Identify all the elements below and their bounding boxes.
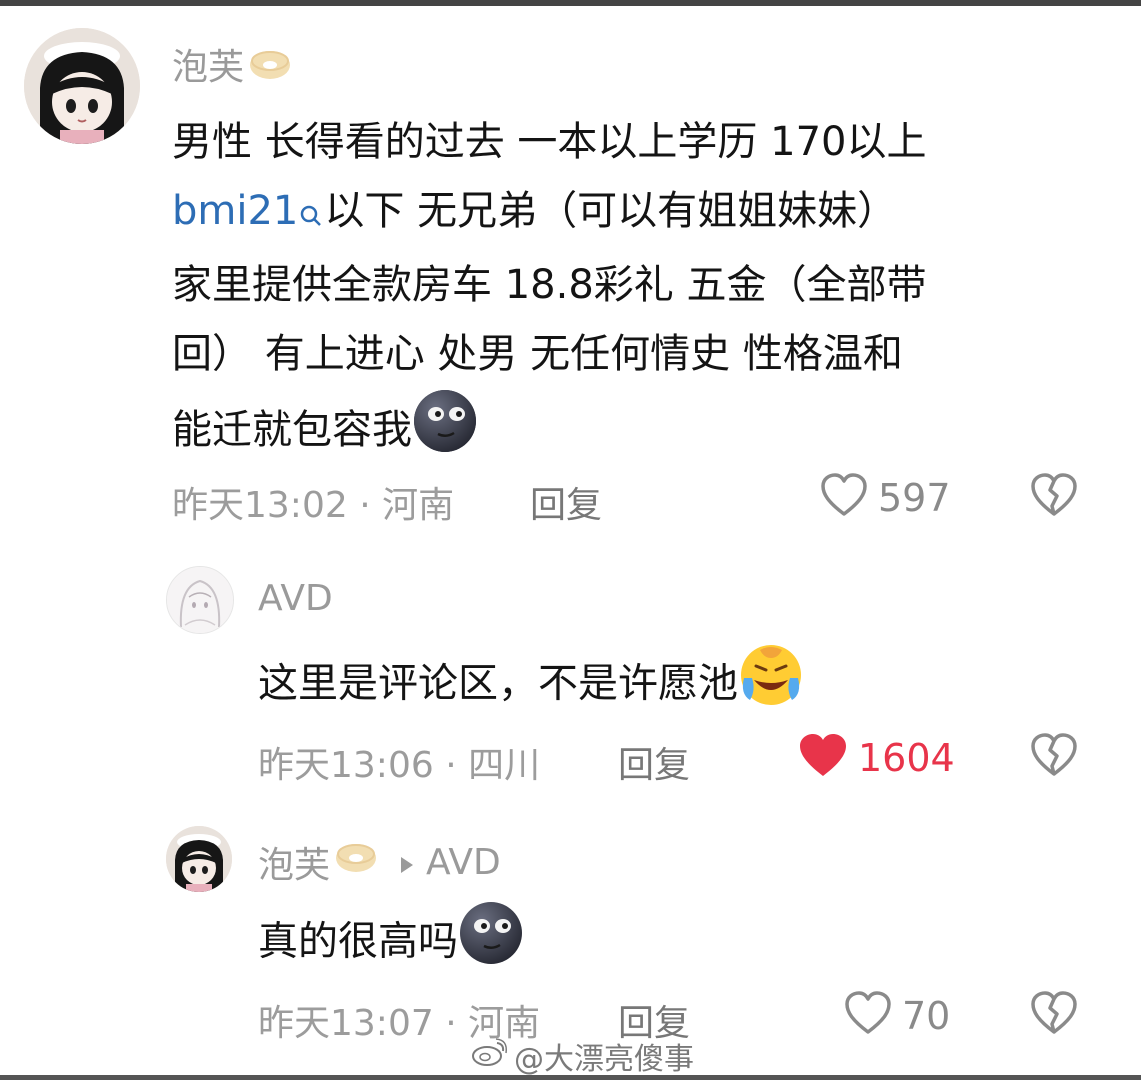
username[interactable]: 泡芙 AVD bbox=[258, 836, 501, 888]
comment-text: 真的很高吗 bbox=[258, 900, 524, 987]
search-link[interactable]: bmi21 bbox=[172, 188, 298, 234]
reply-button[interactable]: 回复 bbox=[618, 736, 690, 788]
triangle-right-icon bbox=[400, 842, 414, 883]
like-button[interactable]: 597 bbox=[818, 470, 951, 526]
avatar[interactable] bbox=[166, 566, 234, 634]
broken-heart-icon bbox=[1031, 991, 1077, 1034]
like-count: 597 bbox=[878, 476, 951, 520]
avatar[interactable] bbox=[166, 826, 232, 892]
like-button[interactable]: 70 bbox=[842, 988, 950, 1044]
comment-meta: 昨天13:06 · 四川 bbox=[258, 745, 541, 786]
reply-to-username[interactable]: AVD bbox=[426, 842, 501, 883]
comment-line: 男性 长得看的过去 一本以上学历 170以上 bbox=[172, 119, 927, 165]
heart-outline-icon bbox=[818, 470, 870, 526]
comment-text: 这里是评论区，不是许愿池 bbox=[258, 642, 804, 729]
new-moon-face-emoji bbox=[412, 388, 478, 476]
new-moon-face-emoji bbox=[458, 900, 524, 987]
comment-line: 能迁就包容我 bbox=[172, 388, 927, 476]
heart-outline-icon bbox=[842, 988, 894, 1044]
heart-filled-icon bbox=[796, 730, 850, 786]
search-icon[interactable] bbox=[298, 183, 324, 252]
like-count: 1604 bbox=[858, 736, 955, 780]
username[interactable]: 泡芙 bbox=[172, 38, 292, 92]
reply-button[interactable]: 回复 bbox=[530, 476, 602, 528]
comment-line: 家里提供全款房车 18.8彩礼 五金（全部带 bbox=[172, 262, 927, 308]
broken-heart-icon bbox=[1031, 473, 1077, 516]
bottom-border bbox=[0, 1075, 1141, 1080]
like-count: 70 bbox=[902, 994, 951, 1038]
weibo-logo bbox=[470, 1037, 508, 1075]
comment-meta: 昨天13:02 · 河南 bbox=[172, 485, 455, 526]
watermark: @大漂亮傻事 bbox=[470, 1034, 694, 1078]
comment-line: 这里是评论区，不是许愿池 bbox=[258, 642, 804, 729]
dislike-button[interactable] bbox=[1028, 470, 1080, 526]
avatar-image bbox=[167, 567, 233, 633]
bagel-emoji bbox=[248, 47, 292, 92]
broken-heart-icon bbox=[1031, 733, 1077, 776]
dislike-button[interactable] bbox=[1028, 730, 1080, 786]
bagel-emoji bbox=[334, 840, 378, 885]
avatar[interactable] bbox=[24, 28, 140, 144]
laughing-crying-emoji bbox=[738, 642, 804, 729]
avatar-image bbox=[166, 826, 232, 892]
top-border bbox=[0, 0, 1141, 6]
comment-line: 真的很高吗 bbox=[258, 900, 524, 987]
username[interactable]: AVD bbox=[258, 578, 333, 619]
comment-text: 男性 长得看的过去 一本以上学历 170以上 bmi21 以下 无兄弟（可以有姐… bbox=[172, 108, 927, 476]
comment-line: bmi21 以下 无兄弟（可以有姐姐妹妹） bbox=[172, 177, 927, 252]
avatar-image bbox=[24, 28, 140, 144]
like-button[interactable]: 1604 bbox=[796, 730, 955, 786]
dislike-button[interactable] bbox=[1028, 988, 1080, 1044]
comment-line: 回） 有上进心 处男 无任何情史 性格温和 bbox=[172, 330, 903, 377]
